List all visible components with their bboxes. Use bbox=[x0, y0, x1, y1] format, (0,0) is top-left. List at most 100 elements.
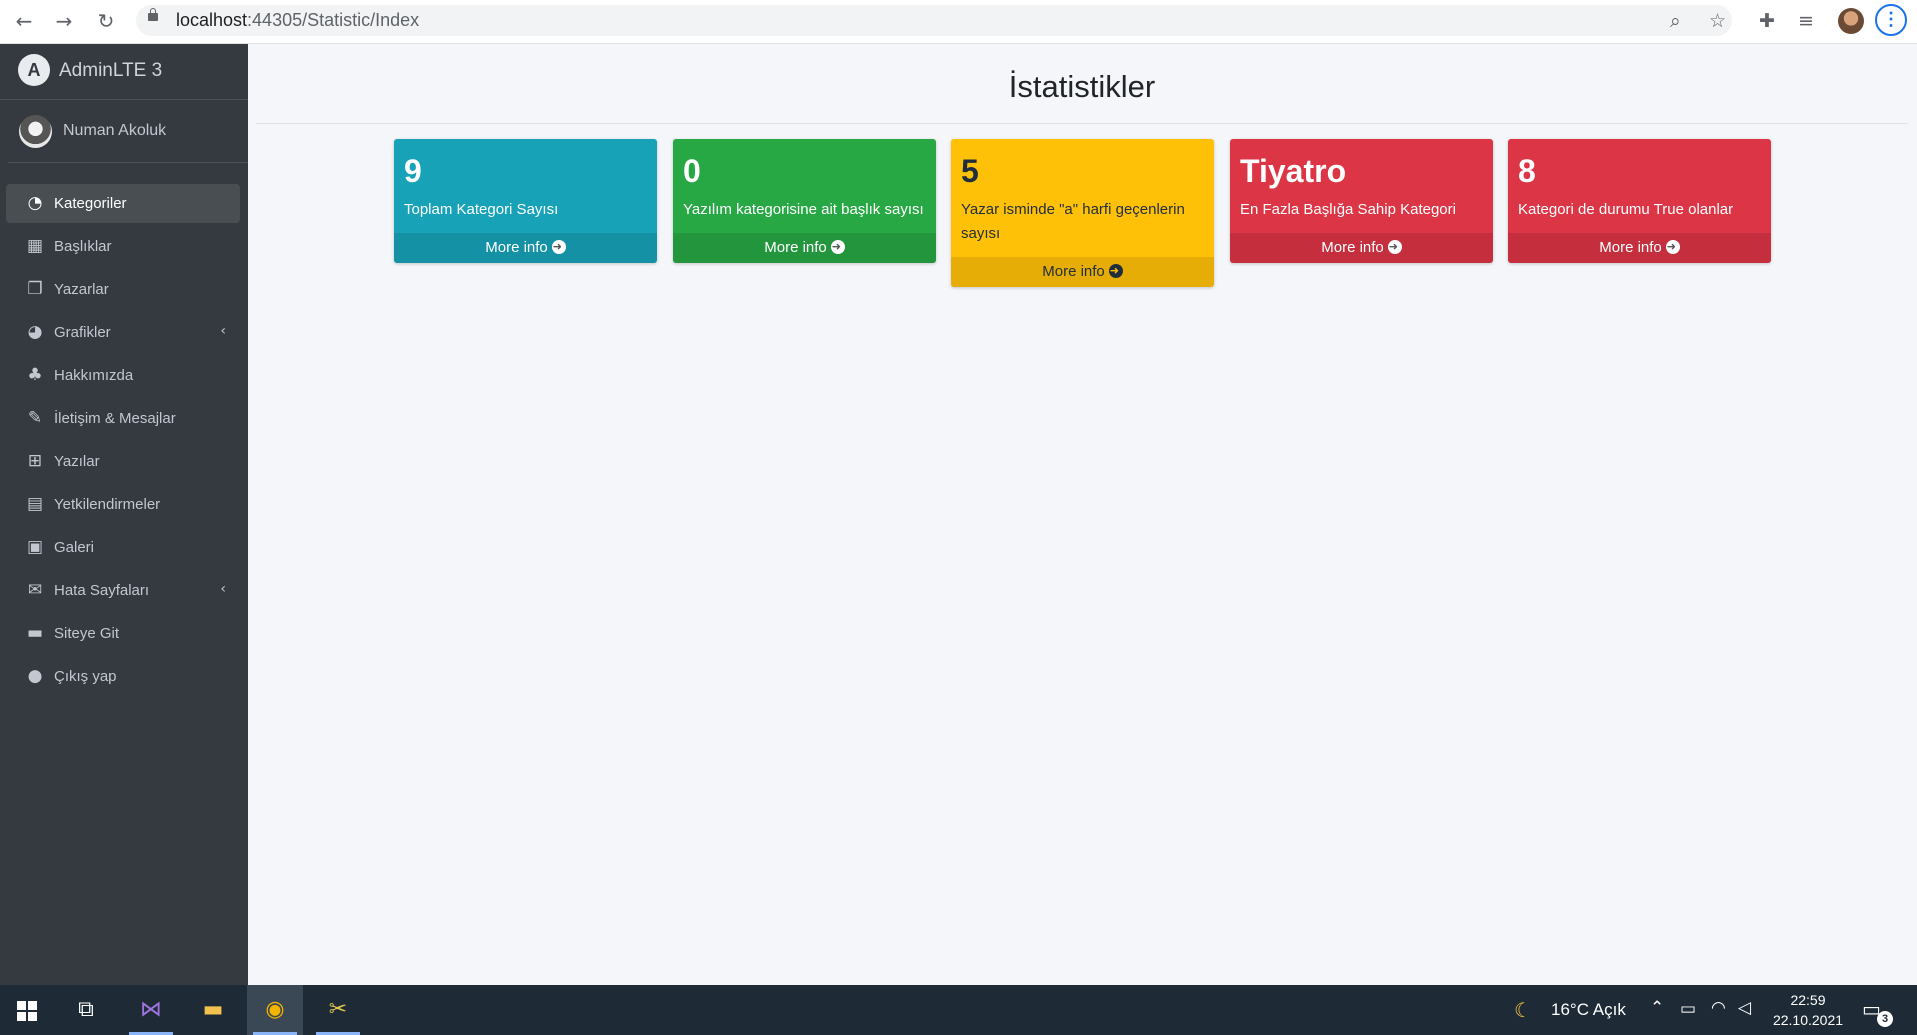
brand-text: AdminLTE 3 bbox=[59, 60, 163, 81]
book-icon: ▬ bbox=[26, 623, 44, 643]
sidebar-item-label: Grafikler bbox=[54, 324, 111, 341]
arrow-circle-right-icon bbox=[830, 232, 845, 262]
sidebar-item-label: Hata Sayfaları bbox=[54, 582, 150, 599]
chevron-up-icon[interactable]: ⌃ bbox=[1650, 998, 1664, 1018]
browser-toolbar: ← → ↻ localhost:44305/Statistic/Index ⌕ … bbox=[0, 0, 1917, 44]
edit-icon: ✎ bbox=[27, 408, 43, 428]
sidebar-item-label: Galeri bbox=[54, 539, 95, 556]
stat-box-category-count: 9 Toplam Kategori Sayısı More info bbox=[394, 139, 657, 263]
battery-icon[interactable]: ▭ bbox=[1680, 999, 1696, 1019]
url-text[interactable]: localhost:44305/Statistic/Index bbox=[176, 10, 419, 31]
more-info-label: More info bbox=[1042, 263, 1105, 280]
more-info-link[interactable]: More info bbox=[673, 232, 936, 263]
sidebar-item-label: Yazarlar bbox=[54, 281, 109, 298]
sidebar-item-label: Yazılar bbox=[54, 453, 100, 470]
arrow-circle-right-icon bbox=[1665, 232, 1680, 262]
stat-box-active-categories: 8 Kategori de durumu True olanlar More i… bbox=[1508, 139, 1771, 263]
sidebar-item-basliklar[interactable]: ▦ Başlıklar bbox=[6, 227, 240, 266]
sidebar-item-hakkimizda[interactable]: ♣ Hakkımızda bbox=[6, 356, 240, 395]
forward-icon[interactable]: → bbox=[52, 9, 76, 33]
sidebar-item-yazarlar[interactable]: ❐ Yazarlar bbox=[6, 270, 240, 309]
sidebar-item-yetkilendirmeler[interactable]: ▤ Yetkilendirmeler bbox=[6, 485, 240, 524]
extensions-icon[interactable]: ✚ bbox=[1759, 10, 1775, 32]
more-info-link[interactable]: More info bbox=[1508, 232, 1771, 263]
stat-value: Tiyatro bbox=[1240, 153, 1347, 189]
address-bar[interactable]: localhost:44305/Statistic/Index ⌕ ☆ bbox=[136, 5, 1732, 36]
more-info-link[interactable]: More info bbox=[1230, 232, 1493, 263]
brand-link[interactable]: A AdminLTE 3 bbox=[0, 44, 248, 100]
bookmark-star-icon[interactable]: ☆ bbox=[1709, 10, 1726, 32]
pie-chart-icon: ◕ bbox=[27, 322, 43, 342]
stat-value: 5 bbox=[961, 153, 979, 189]
page-title: İstatistikler bbox=[1008, 69, 1156, 104]
notification-badge: 3 bbox=[1877, 1011, 1893, 1027]
user-panel[interactable]: Numan Akoluk bbox=[8, 100, 248, 163]
lock-icon[interactable] bbox=[148, 8, 158, 21]
arrow-circle-right-icon bbox=[1108, 256, 1123, 286]
visual-studio-icon[interactable]: ⋈ bbox=[123, 985, 179, 1035]
arrow-circle-right-icon bbox=[551, 232, 566, 262]
reload-icon[interactable]: ↻ bbox=[94, 9, 118, 33]
stat-description: Yazar isminde "a" harfi geçenlerin sayıs… bbox=[961, 201, 1185, 242]
content-header: İstatistikler bbox=[256, 55, 1908, 124]
sidebar-nav: ◔ Kategoriler ▦ Başlıklar ❐ Yazarlar ◕ G… bbox=[6, 184, 240, 700]
sidebar-item-grafikler[interactable]: ◕ Grafikler ‹ bbox=[6, 313, 240, 352]
wifi-icon[interactable]: ◠ bbox=[1711, 998, 1726, 1018]
brand-logo-icon: A bbox=[18, 54, 50, 86]
sidebar-item-label: Yetkilendirmeler bbox=[54, 496, 161, 513]
start-button[interactable] bbox=[0, 985, 56, 1035]
file-explorer-icon[interactable]: ▬ bbox=[185, 985, 241, 1035]
sidebar-item-cikis-yap[interactable]: ● Çıkış yap bbox=[6, 657, 240, 696]
media-queue-icon[interactable]: ≡ bbox=[1798, 10, 1814, 32]
more-info-label: More info bbox=[764, 239, 827, 256]
weather-text[interactable]: 16°C Açık bbox=[1551, 1000, 1626, 1020]
volume-icon[interactable]: ◁ bbox=[1738, 998, 1751, 1018]
sidebar-item-iletisim[interactable]: ✎ İletişim & Mesajlar bbox=[6, 399, 240, 438]
stat-box-top-category: Tiyatro En Fazla Başlığa Sahip Kategori … bbox=[1230, 139, 1493, 263]
sidebar-item-yazilar[interactable]: ⊞ Yazılar bbox=[6, 442, 240, 481]
grid-icon: ▦ bbox=[26, 236, 44, 256]
page-scrollbar[interactable] bbox=[1908, 44, 1917, 985]
arrow-circle-right-icon bbox=[1387, 232, 1402, 262]
stat-box-writers-with-a: 5 Yazar isminde "a" harfi geçenlerin say… bbox=[951, 139, 1214, 287]
sidebar-item-galeri[interactable]: ▣ Galeri bbox=[6, 528, 240, 567]
stat-description: Toplam Kategori Sayısı bbox=[404, 201, 559, 218]
stat-box-software-titles: 0 Yazılım kategorisine ait başlık sayısı… bbox=[673, 139, 936, 263]
sidebar-item-kategoriler[interactable]: ◔ Kategoriler bbox=[6, 184, 240, 223]
apple-icon: ● bbox=[27, 666, 43, 686]
table-icon: ⊞ bbox=[27, 451, 43, 471]
clock-date: 22.10.2021 bbox=[1772, 1012, 1844, 1028]
stat-description: En Fazla Başlığa Sahip Kategori bbox=[1240, 201, 1456, 218]
taskbar-clock[interactable]: 22:59 22.10.2021 bbox=[1768, 990, 1848, 1030]
sidebar-item-label: Hakkımızda bbox=[54, 367, 134, 384]
chevron-left-icon: ‹ bbox=[220, 323, 226, 339]
sidebar-item-label: Siteye Git bbox=[54, 625, 120, 642]
task-view-icon[interactable]: ⧉ bbox=[58, 985, 114, 1035]
sidebar-item-hata-sayfalari[interactable]: ✉ Hata Sayfaları ‹ bbox=[6, 571, 240, 610]
stat-value: 0 bbox=[683, 153, 701, 189]
chrome-icon[interactable]: ◉ bbox=[247, 985, 303, 1035]
clock-time: 22:59 bbox=[1790, 992, 1826, 1008]
windows-taskbar: ⧉ ⋈ ▬ ◉ ✂ ☾ 16°C Açık ⌃ ▭ ◠ ◁ 22:59 22.1… bbox=[0, 985, 1917, 1035]
user-name[interactable]: Numan Akoluk bbox=[63, 122, 166, 140]
sidebar-item-siteye-git[interactable]: ▬ Siteye Git bbox=[6, 614, 240, 653]
moon-icon: ☾ bbox=[1514, 998, 1532, 1022]
profile-avatar[interactable] bbox=[1838, 8, 1864, 34]
stat-value: 9 bbox=[404, 153, 422, 189]
stat-description: Kategori de durumu True olanlar bbox=[1518, 201, 1734, 218]
tree-icon: ♣ bbox=[27, 365, 43, 385]
stat-value: 8 bbox=[1518, 153, 1536, 189]
envelope-icon: ✉ bbox=[27, 580, 43, 600]
browser-menu-button[interactable]: ⋮ bbox=[1875, 4, 1907, 36]
back-icon[interactable]: ← bbox=[12, 9, 36, 33]
avatar bbox=[19, 115, 52, 148]
windows-icon bbox=[17, 1001, 37, 1021]
zoom-icon[interactable]: ⌕ bbox=[1670, 10, 1681, 32]
stat-description: Yazılım kategorisine ait başlık sayısı bbox=[683, 201, 924, 218]
more-info-link[interactable]: More info bbox=[951, 256, 1214, 287]
more-info-label: More info bbox=[1599, 239, 1662, 256]
tools-app-icon[interactable]: ✂ bbox=[310, 985, 366, 1035]
copy-icon: ❐ bbox=[27, 279, 43, 299]
more-info-link[interactable]: More info bbox=[394, 232, 657, 263]
more-info-label: More info bbox=[485, 239, 548, 256]
